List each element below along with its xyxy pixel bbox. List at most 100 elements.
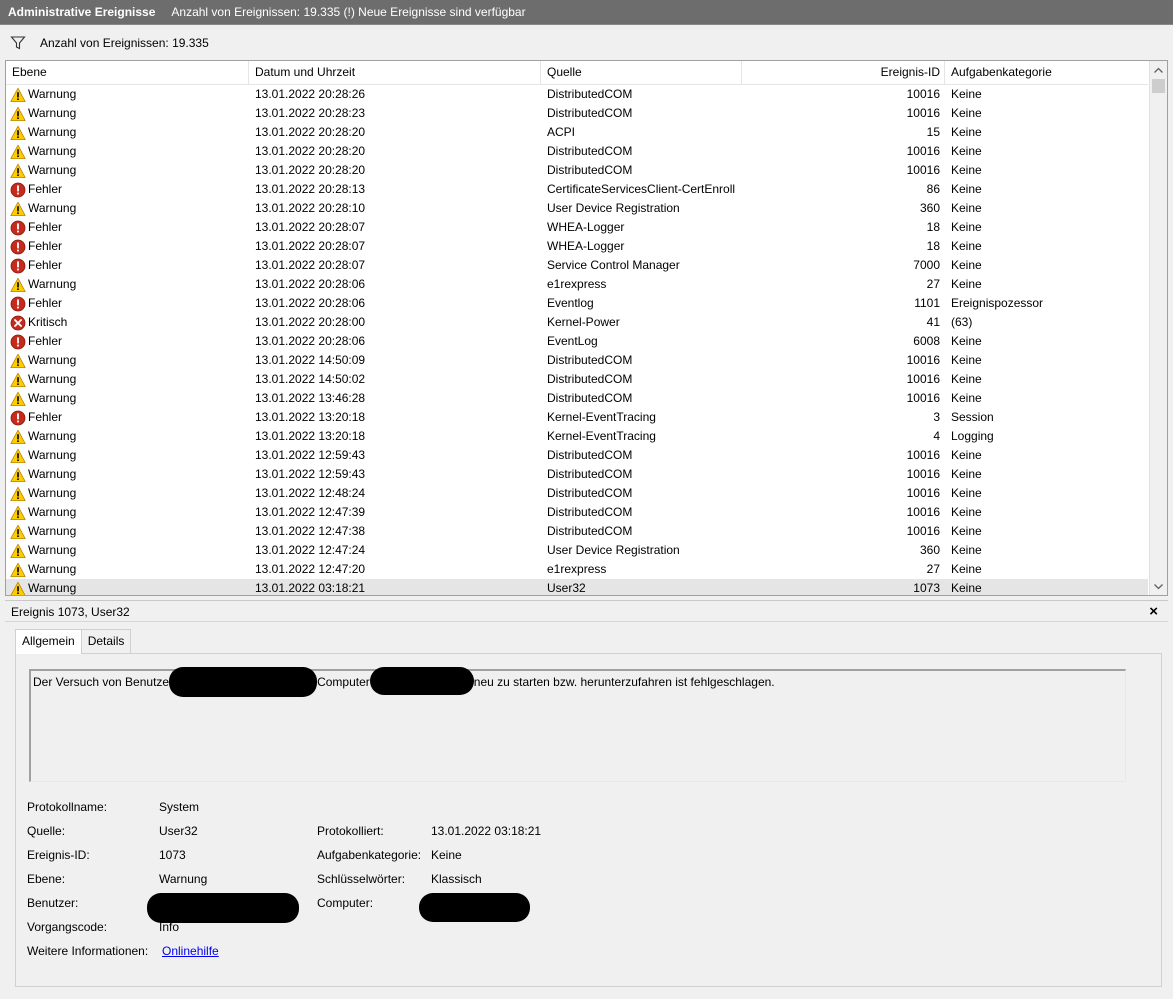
event-source: DistributedCOM [547, 505, 633, 519]
table-row[interactable]: Warnung 13.01.2022 12:59:43 DistributedCOM… [6, 465, 1148, 484]
logged-value: 13.01.2022 03:18:21 [431, 824, 542, 838]
table-row[interactable]: Warnung 13.01.2022 13:20:18 Kernel-EventTr… [6, 427, 1148, 446]
table-row[interactable]: Warnung 13.01.2022 12:47:24 User Device Re… [6, 541, 1148, 560]
column-header-event-id[interactable]: Ereignis-ID [742, 61, 945, 85]
event-id: 86 [926, 182, 940, 196]
event-level: Warnung [28, 353, 77, 367]
event-count-status: Anzahl von Ereignissen: 19.335 (!) Neue … [171, 5, 526, 19]
event-source: e1rexpress [547, 277, 607, 291]
event-level-cell: Fehler [10, 256, 246, 275]
warning-icon [10, 201, 26, 217]
table-row[interactable]: Warnung 13.01.2022 20:28:20 ACPI 15 Keine [6, 123, 1148, 142]
event-level-cell: Warnung [10, 579, 246, 595]
column-header-source[interactable]: Quelle [541, 61, 742, 85]
table-row[interactable]: Warnung 13.01.2022 12:48:24 DistributedCOM… [6, 484, 1148, 503]
event-id: 10016 [906, 372, 940, 386]
table-row[interactable]: Kritisch 13.01.2022 20:28:00 Kernel-Power 4… [6, 313, 1148, 332]
online-help-link[interactable]: Onlinehilfe [162, 943, 219, 959]
table-row[interactable]: Warnung 13.01.2022 20:28:06 e1rexpress 27 Ke… [6, 275, 1148, 294]
level-value: Warnung [159, 872, 208, 886]
table-row[interactable]: Warnung 13.01.2022 12:47:39 DistributedCOM… [6, 503, 1148, 522]
table-row[interactable]: Fehler 13.01.2022 20:28:13 CertificateServ… [6, 180, 1148, 199]
table-row[interactable]: Warnung 13.01.2022 12:47:38 DistributedCOM… [6, 522, 1148, 541]
event-category: Keine [951, 334, 982, 348]
event-level: Warnung [28, 391, 77, 405]
table-row[interactable]: Warnung 13.01.2022 12:47:20 e1rexpress 27 Ke… [6, 560, 1148, 579]
warning-icon [10, 524, 26, 540]
event-date: 13.01.2022 12:59:43 [255, 448, 366, 462]
event-level-cell: Warnung [10, 123, 246, 142]
event-id: 10016 [906, 144, 940, 158]
table-row[interactable]: Fehler 13.01.2022 20:28:07 WHEA-Logger 18 Ke… [6, 237, 1148, 256]
table-row[interactable]: Fehler 13.01.2022 13:20:18 Kernel-EventTra… [6, 408, 1148, 427]
event-source: Kernel-EventTracing [547, 429, 656, 443]
event-date: 13.01.2022 20:28:07 [255, 239, 366, 253]
column-header-category[interactable]: Aufgabenkategorie [945, 61, 1148, 85]
table-row[interactable]: Warnung 13.01.2022 13:46:28 DistributedCOM… [6, 389, 1148, 408]
task-category-value: Keine [431, 848, 462, 862]
event-level: Warnung [28, 581, 77, 595]
column-header-level[interactable]: Ebene [6, 61, 249, 85]
table-row[interactable]: Warnung 13.01.2022 14:50:02 DistributedCOM… [6, 370, 1148, 389]
event-list-scrollbar[interactable] [1149, 61, 1167, 595]
event-source: Eventlog [547, 296, 594, 310]
filter-bar: Anzahl von Ereignissen: 19.335 [0, 26, 1173, 59]
scroll-up-arrow[interactable] [1150, 61, 1167, 78]
table-row[interactable]: Warnung 13.01.2022 03:18:21 User32 1073 Kein… [6, 579, 1148, 595]
table-row[interactable]: Warnung 13.01.2022 20:28:26 DistributedCOM… [6, 85, 1148, 104]
event-id: 10016 [906, 467, 940, 481]
close-detail-button[interactable]: × [1149, 601, 1158, 623]
table-row[interactable]: Warnung 13.01.2022 12:59:43 DistributedCOM… [6, 446, 1148, 465]
event-category: Keine [951, 581, 982, 595]
table-row[interactable]: Fehler 13.01.2022 20:28:06 Eventlog 1101 Ere… [6, 294, 1148, 313]
logged-label: Protokolliert: [317, 824, 384, 838]
event-list[interactable]: Ebene Datum und Uhrzeit Quelle Ereignis-… [5, 60, 1168, 596]
event-level-cell: Fehler [10, 180, 246, 199]
warning-icon [10, 106, 26, 122]
table-row[interactable]: Warnung 13.01.2022 20:28:20 DistributedCOM… [6, 161, 1148, 180]
event-category: Keine [951, 467, 982, 481]
event-id: 10016 [906, 106, 940, 120]
table-row[interactable]: Fehler 13.01.2022 20:28:07 Service Control… [6, 256, 1148, 275]
event-message-box[interactable]: Der Versuch von Benutze Computer neu zu st… [29, 667, 1126, 782]
scroll-down-arrow[interactable] [1150, 578, 1167, 595]
tab-general[interactable]: Allgemein [15, 629, 82, 654]
event-source: e1rexpress [547, 562, 607, 576]
opcode-value: Info [159, 920, 180, 934]
event-id: 27 [926, 562, 940, 576]
event-id: 41 [926, 315, 940, 329]
event-source: DistributedCOM [547, 486, 633, 500]
general-tab-panel: Der Versuch von Benutze Computer neu zu st… [15, 653, 1162, 987]
table-row[interactable]: Warnung 13.01.2022 20:28:10 User Device Re… [6, 199, 1148, 218]
event-level: Fehler [28, 334, 63, 348]
event-date: 13.01.2022 12:47:39 [255, 505, 366, 519]
event-id: 10016 [906, 87, 940, 101]
table-row[interactable]: Warnung 13.01.2022 20:28:20 DistributedCOM… [6, 142, 1148, 161]
task-category-label: Aufgabenkategorie: [317, 848, 422, 862]
event-category: Keine [951, 106, 982, 120]
event-category: Keine [951, 87, 982, 101]
event-level: Warnung [28, 467, 77, 481]
table-row[interactable]: Warnung 13.01.2022 14:50:09 DistributedCOM… [6, 351, 1148, 370]
scroll-thumb[interactable] [1152, 79, 1165, 93]
event-level-cell: Warnung [10, 275, 246, 294]
computer-label: Computer: [317, 896, 374, 910]
filter-icon[interactable] [10, 35, 26, 51]
tab-details[interactable]: Details [80, 629, 132, 653]
event-level: Warnung [28, 448, 77, 462]
event-id: 7000 [913, 258, 940, 272]
table-row[interactable]: Fehler 13.01.2022 20:28:06 EventLog 6008 Kei… [6, 332, 1148, 351]
event-category: Keine [951, 505, 982, 519]
event-message-part3: neu zu starten bzw. herunterzufahren ist… [473, 675, 775, 689]
event-date: 13.01.2022 20:28:23 [255, 106, 366, 120]
event-level: Warnung [28, 486, 77, 500]
column-header-date[interactable]: Datum und Uhrzeit [249, 61, 541, 85]
table-row[interactable]: Fehler 13.01.2022 20:28:07 WHEA-Logger 18 Ke… [6, 218, 1148, 237]
event-date: 13.01.2022 20:28:07 [255, 258, 366, 272]
table-row[interactable]: Warnung 13.01.2022 20:28:23 DistributedCOM… [6, 104, 1148, 123]
event-level-cell: Warnung [10, 104, 246, 123]
level-label: Ebene: [27, 872, 66, 886]
event-source: WHEA-Logger [547, 220, 625, 234]
event-source: DistributedCOM [547, 353, 633, 367]
event-id-label: Ereignis-ID: [27, 848, 90, 862]
